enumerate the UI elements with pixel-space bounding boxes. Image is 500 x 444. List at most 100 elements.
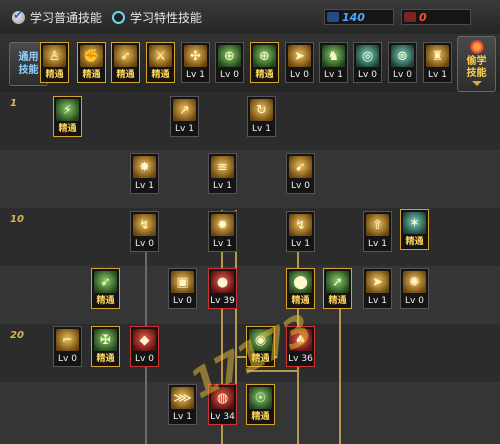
spin-kick-icon: ↻ [250, 99, 273, 121]
top-bar: 学习普通技能 学习特性技能 140 0 [0, 0, 500, 35]
skill-slot[interactable]: ⊕ Lv 0 [215, 42, 244, 83]
golden-armor-icon: ♜ [426, 45, 449, 67]
tier-label: 20 [10, 330, 24, 341]
explosion-icon: ✺ [403, 271, 426, 293]
skill-slot[interactable]: ⚔ 精通 [146, 42, 175, 83]
skill-caption: 精通 [82, 70, 101, 80]
lightning-claw-icon: ↯ [289, 214, 312, 236]
skill-caption: Lv 0 [291, 181, 310, 191]
steal-skills-button[interactable]: 偷学 技能 [457, 36, 496, 92]
skill-slot[interactable]: ▣ Lv 0 [168, 268, 197, 309]
skill-caption: 精通 [291, 296, 310, 306]
skill-caption: Lv 1 [324, 70, 343, 80]
skill-slot[interactable]: ➹ Lv 0 [286, 153, 315, 194]
tab-normal-skills-label: 学习普通技能 [30, 10, 103, 25]
skill-slot[interactable]: ↯ Lv 1 [286, 211, 315, 252]
skill-caption: Lv 0 [220, 70, 239, 80]
skill-slot[interactable]: ✺ Lv 0 [400, 268, 429, 309]
tree-blast-icon: ✶ [403, 212, 426, 234]
common-skills-label-line2: 技能 [18, 65, 39, 76]
sitting-figure-icon: ♙ [43, 45, 66, 67]
upgrade-icon: ⇧ [366, 214, 389, 236]
skill-slot[interactable]: ⚡ 精通 [53, 96, 82, 137]
radio-ring-icon [112, 10, 125, 24]
skill-slot[interactable]: ✣ Lv 1 [181, 42, 210, 83]
skill-slot[interactable]: ✸ Lv 1 [130, 153, 159, 194]
skill-caption: Lv 1 [428, 70, 447, 80]
green-slash-icon: ⚡ [56, 99, 79, 121]
skill-slot[interactable]: ➤ Lv 1 [363, 268, 392, 309]
shield-swirl-icon: ◎ [356, 45, 379, 67]
tab-normal-skills[interactable]: 学习普通技能 [12, 8, 102, 26]
skill-caption: Lv 1 [291, 239, 310, 249]
skill-slot[interactable]: ↻ Lv 1 [247, 96, 276, 137]
skill-caption: 精通 [405, 237, 424, 247]
skill-slot[interactable]: ⊕ 精通 [250, 42, 279, 83]
skill-caption: 精通 [251, 412, 270, 422]
tp-icon [404, 12, 416, 22]
tab-special-skills-label: 学习特性技能 [130, 10, 203, 25]
skill-caption: Lv 0 [405, 296, 424, 306]
skill-slot[interactable]: ➶ 精通 [91, 268, 120, 309]
skill-caption: 精通 [96, 296, 115, 306]
skill-slot[interactable]: ◎ Lv 0 [353, 42, 382, 83]
skill-link [339, 296, 341, 444]
common-skill-bar: 通用 技能 ♙ 精通 ✊ 精通 ➶ 精通 ⚔ 精通 ✣ Lv 1 ⊕ Lv 0 ⊕ 精通 ➤ Lv 0 ♞ Lv … [0, 34, 500, 94]
skill-caption: Lv 1 [252, 124, 271, 134]
skill-slot[interactable]: ♞ Lv 1 [319, 42, 348, 83]
skill-caption: Lv 1 [173, 412, 192, 422]
skill-slot[interactable]: ⊚ Lv 0 [388, 42, 417, 83]
skill-caption: Lv 0 [358, 70, 377, 80]
checkmark-icon [12, 8, 25, 24]
skill-slot[interactable]: ♜ Lv 1 [423, 42, 452, 83]
skill-slot[interactable]: ↗ Lv 1 [170, 96, 199, 137]
flame-burst-icon: ✹ [211, 214, 234, 236]
skill-slot[interactable]: ≡ Lv 1 [208, 153, 237, 194]
skill-caption: Lv 1 [368, 239, 387, 249]
sp-icon [327, 12, 339, 22]
dropdown-arrow-icon [471, 81, 482, 86]
skill-caption: 精通 [116, 70, 135, 80]
skill-caption: Lv 1 [213, 181, 232, 191]
skill-slot[interactable]: ⇧ Lv 1 [363, 211, 392, 252]
skill-slot[interactable]: ✹ Lv 1 [208, 211, 237, 252]
red-mine-icon: ◆ [133, 329, 156, 351]
skill-slot[interactable]: ⬤ 精通 [286, 268, 315, 309]
fist-strike-icon: ✊ [80, 45, 103, 67]
skill-slot[interactable]: ➤ Lv 0 [285, 42, 314, 83]
skill-slot[interactable]: ● Lv 39 [208, 268, 237, 309]
skill-slot[interactable]: ◆ Lv 0 [130, 326, 159, 367]
green-warrior-icon: ♞ [322, 45, 345, 67]
pistol-icon: ⌐ [56, 329, 79, 351]
cannon-icon: ▣ [171, 271, 194, 293]
running-shot-icon: ➤ [366, 271, 389, 293]
common-skills-label-line1: 通用 [18, 52, 39, 63]
skill-caption: Lv 1 [135, 181, 154, 191]
rapid-fire-icon: ≡ [211, 156, 234, 178]
skill-slot[interactable]: ✠ 精通 [91, 326, 120, 367]
skill-caption: 精通 [328, 296, 347, 306]
skill-tree: 1 10 20 ⚡ 精通 ↗ Lv 1 ↻ Lv 1 ✸ Lv 1 ≡ Lv 1 ➹ Lv 0 ↯ Lv … [0, 92, 500, 444]
skill-slot[interactable]: ➶ 精通 [111, 42, 140, 83]
skill-slot[interactable]: ✊ 精通 [77, 42, 106, 83]
skill-caption: Lv 1 [186, 70, 205, 80]
skill-slot[interactable]: ➚ 精通 [323, 268, 352, 309]
steal-skills-label-line2: 技能 [466, 68, 487, 79]
skill-slot[interactable]: ♙ 精通 [40, 42, 69, 83]
skill-caption: 精通 [255, 70, 274, 80]
tier-row [0, 150, 500, 208]
skill-slot[interactable]: ⌐ Lv 0 [53, 326, 82, 367]
skill-caption: Lv 1 [175, 124, 194, 134]
tab-special-skills[interactable]: 学习特性技能 [112, 8, 202, 26]
skill-slot[interactable]: ✶ 精通 [400, 209, 429, 250]
skill-slot[interactable]: ⋙ Lv 1 [168, 384, 197, 425]
sp-value: 140 [342, 10, 365, 24]
burst-icon: ✸ [133, 156, 156, 178]
skill-slot[interactable]: ↯ Lv 0 [130, 211, 159, 252]
crossbow-icon: ✠ [94, 329, 117, 351]
steal-gear-icon [469, 40, 484, 54]
skill-caption: Lv 0 [173, 296, 192, 306]
sp-counter: 140 [324, 9, 394, 25]
upward-arrow-icon: ↗ [173, 99, 196, 121]
vortex-icon: ⊚ [391, 45, 414, 67]
